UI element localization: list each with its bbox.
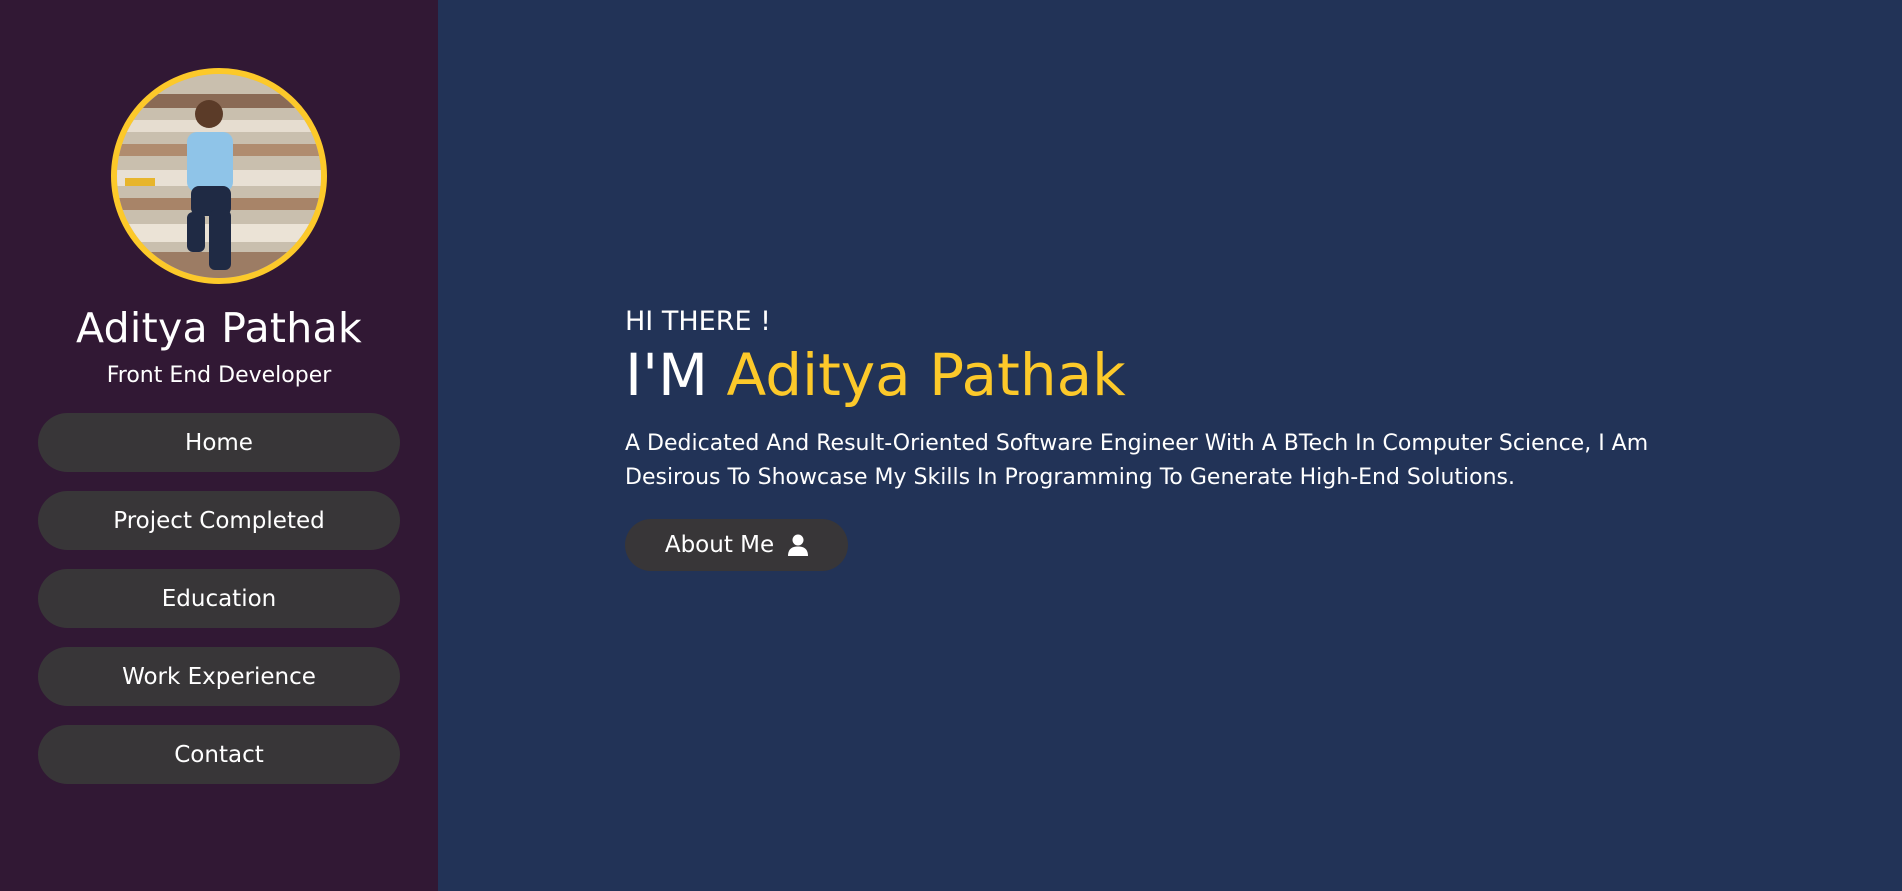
sidebar-item-label: Project Completed xyxy=(113,507,325,534)
about-me-button[interactable]: About Me xyxy=(625,519,848,572)
profile-photo xyxy=(117,74,321,278)
main-content: HI THERE ! I'M Aditya Pathak A Dedicated… xyxy=(438,0,1902,891)
sidebar-role: Front End Developer xyxy=(106,363,332,389)
sidebar-item-label: Home xyxy=(185,429,253,456)
sidebar-item-label: Contact xyxy=(174,741,264,768)
hero-headline: I'M Aditya Pathak xyxy=(625,342,1745,409)
hero-bio: A Dedicated And Result-Oriented Software… xyxy=(625,431,1649,491)
about-me-label: About Me xyxy=(664,532,775,559)
portfolio-page: Aditya Pathak Front End Developer Home P… xyxy=(0,0,1902,891)
sidebar-item-label: Education xyxy=(161,585,277,612)
sidebar-name: Aditya Pathak xyxy=(75,304,363,352)
user-icon xyxy=(788,534,809,557)
hero-prefix: I'M xyxy=(625,341,709,410)
sidebar-nav: Home Project Completed Education Work Ex… xyxy=(38,413,400,785)
sidebar-item-project-completed[interactable]: Project Completed xyxy=(38,491,400,551)
hero-name: Aditya Pathak xyxy=(726,341,1126,410)
sidebar-item-work-experience[interactable]: Work Experience xyxy=(38,647,400,707)
hero-section: HI THERE ! I'M Aditya Pathak A Dedicated… xyxy=(625,306,1745,572)
hero-greeting: HI THERE ! xyxy=(625,306,771,337)
sidebar-item-home[interactable]: Home xyxy=(38,413,400,473)
avatar xyxy=(111,68,327,284)
sidebar-item-label: Work Experience xyxy=(122,663,316,690)
sidebar: Aditya Pathak Front End Developer Home P… xyxy=(0,0,438,891)
sidebar-item-contact[interactable]: Contact xyxy=(38,725,400,785)
sidebar-item-education[interactable]: Education xyxy=(38,569,400,629)
